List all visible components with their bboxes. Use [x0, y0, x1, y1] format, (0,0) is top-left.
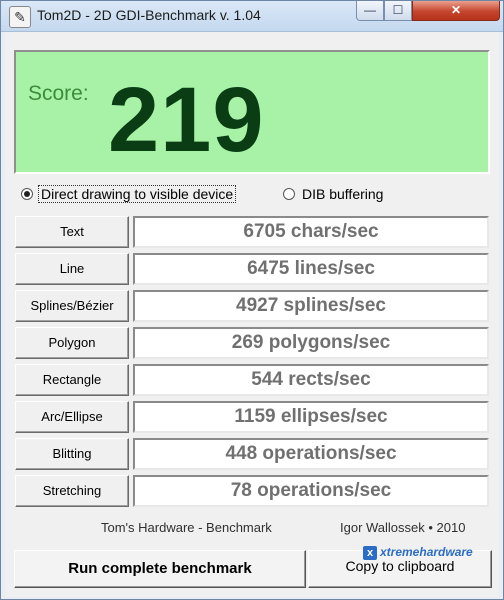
title-bar[interactable]: ✎ Tom2D - 2D GDI-Benchmark v. 1.04 — ☐ ✕ — [1, 1, 503, 32]
direct-drawing-label[interactable]: Direct drawing to visible device — [37, 185, 237, 203]
footer-publisher: Tom's Hardware - Benchmark — [101, 520, 272, 535]
dib-buffering-radio[interactable] — [283, 188, 295, 200]
benchmark-row: Arc/Ellipse 1159 ellipses/sec — [15, 401, 489, 435]
stretching-result: 78 operations/sec — [133, 475, 489, 507]
line-result: 6475 lines/sec — [133, 253, 489, 285]
footer-author: Igor Wallossek • 2010 — [340, 520, 466, 535]
benchmark-row: Line 6475 lines/sec — [15, 253, 489, 287]
arc-ellipse-result: 1159 ellipses/sec — [133, 401, 489, 433]
benchmark-row: Splines/Bézier 4927 splines/sec — [15, 290, 489, 324]
score-value: 219 — [108, 69, 265, 171]
app-icon[interactable]: ✎ — [9, 6, 31, 28]
benchmark-row: Polygon 269 polygons/sec — [15, 327, 489, 361]
rectangle-result: 544 rects/sec — [133, 364, 489, 396]
text-result: 6705 chars/sec — [133, 216, 489, 248]
stretching-benchmark-button[interactable]: Stretching — [15, 475, 129, 507]
text-benchmark-button[interactable]: Text — [15, 216, 129, 248]
blitting-result: 448 operations/sec — [133, 438, 489, 470]
blitting-benchmark-button[interactable]: Blitting — [15, 438, 129, 470]
watermark-logo-icon: x — [363, 545, 377, 560]
drawing-mode-group: Direct drawing to visible device DIB buf… — [17, 185, 497, 207]
line-benchmark-button[interactable]: Line — [15, 253, 129, 285]
benchmark-row: Stretching 78 operations/sec — [15, 475, 489, 509]
client-area: Score: 219 Direct drawing to visible dev… — [5, 32, 499, 597]
watermark: x xtremehardware — [363, 545, 503, 567]
dib-buffering-label[interactable]: DIB buffering — [302, 186, 383, 202]
close-button[interactable]: ✕ — [412, 1, 500, 21]
rectangle-benchmark-button[interactable]: Rectangle — [15, 364, 129, 396]
splines-benchmark-button[interactable]: Splines/Bézier — [15, 290, 129, 322]
benchmark-row: Text 6705 chars/sec — [15, 216, 489, 250]
benchmark-row: Blitting 448 operations/sec — [15, 438, 489, 472]
direct-drawing-radio[interactable] — [21, 188, 33, 200]
run-complete-benchmark-button[interactable]: Run complete benchmark — [14, 550, 306, 588]
minimize-button[interactable]: — — [356, 1, 384, 21]
watermark-text: xtremehardware — [380, 545, 473, 559]
benchmark-window: ✎ Tom2D - 2D GDI-Benchmark v. 1.04 — ☐ ✕… — [0, 0, 504, 600]
splines-result: 4927 splines/sec — [133, 290, 489, 322]
score-label: Score: — [28, 82, 89, 105]
score-panel: Score: 219 — [14, 50, 490, 174]
maximize-button[interactable]: ☐ — [384, 1, 412, 21]
benchmark-row: Rectangle 544 rects/sec — [15, 364, 489, 398]
window-title: Tom2D - 2D GDI-Benchmark v. 1.04 — [37, 7, 261, 23]
arc-ellipse-benchmark-button[interactable]: Arc/Ellipse — [15, 401, 129, 433]
polygon-result: 269 polygons/sec — [133, 327, 489, 359]
polygon-benchmark-button[interactable]: Polygon — [15, 327, 129, 359]
